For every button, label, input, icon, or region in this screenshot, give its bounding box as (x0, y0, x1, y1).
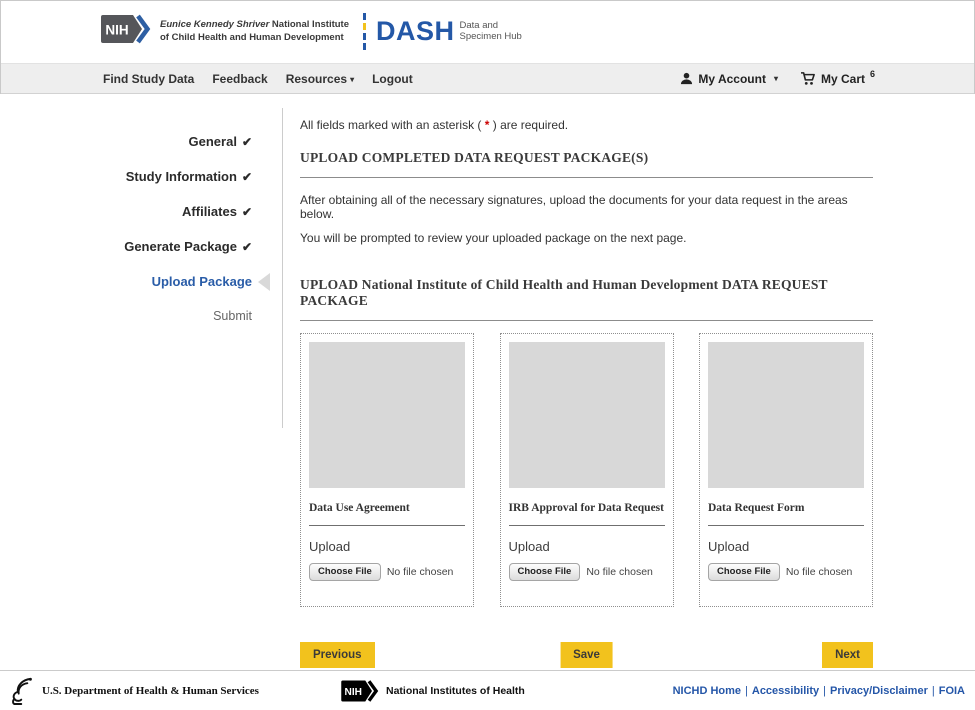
sidebar-step-affiliates[interactable]: Affiliates ✔ (0, 204, 283, 219)
dash-logo: DASH Data and Specimen Hub (376, 18, 522, 45)
nav-account-area: My Account ▾ My Cart 6 (680, 68, 875, 86)
current-step-marker-icon (258, 272, 270, 291)
file-input-row: Choose File No file chosen (708, 563, 864, 582)
nih-footer-label: National Institutes of Health (386, 684, 525, 697)
footer-link-nichd-home[interactable]: NICHD Home (673, 685, 741, 697)
hhs-logo-group: U.S. Department of Health & Human Servic… (10, 676, 259, 706)
check-icon: ✔ (241, 240, 252, 255)
card-title: Data Request Form (708, 502, 805, 515)
instructions-paragraph-2: You will be prompted to review your uplo… (300, 231, 687, 246)
upload-label: Upload (309, 539, 351, 555)
user-icon (681, 73, 693, 85)
file-status-text: No file chosen (386, 566, 454, 579)
site-header: NIH Eunice Kennedy Shriver National Inst… (0, 0, 975, 64)
sidebar-step-study-information[interactable]: Study Information ✔ (0, 169, 283, 184)
card-divider (309, 525, 465, 527)
sidebar-step-upload-package[interactable]: Upload Package (0, 272, 283, 291)
upload-label: Upload (508, 539, 550, 555)
dash-upload-package-page: NIH Eunice Kennedy Shriver National Inst… (0, 0, 975, 710)
nav-logout[interactable]: Logout (372, 72, 413, 86)
footer-link-foia[interactable]: FOIA (939, 685, 965, 697)
required-fields-note: All fields marked with an asterisk ( * )… (300, 118, 569, 133)
institute-name-line2: of Child Health and Human Development (160, 31, 344, 43)
footer-links: NICHD Home | Accessibility | Privacy/Disclai… (672, 684, 965, 697)
hhs-eagle-icon (12, 677, 32, 705)
card-divider (708, 525, 864, 527)
card-divider (508, 525, 665, 527)
nih-footer-logo-icon: NIH (341, 679, 379, 702)
main-navbar: Find Study Data Feedback Resources ▾ Logo… (0, 63, 975, 95)
sidebar-step-submit: Submit (213, 309, 252, 324)
dash-subtitle: Data and Specimen Hub (459, 20, 522, 42)
sidebar-step-generate-package[interactable]: Generate Package ✔ (0, 239, 283, 254)
check-icon: ✔ (241, 135, 252, 150)
file-status-text: No file chosen (586, 566, 653, 579)
upload-label: Upload (708, 539, 750, 555)
institute-name-line1: National Institute (269, 19, 349, 31)
section-divider (300, 320, 873, 322)
next-button[interactable]: Next (822, 642, 873, 669)
choose-file-button[interactable]: Choose File (309, 563, 381, 582)
chevron-down-icon: ▾ (773, 74, 778, 84)
content-area: General ✔ Study Information ✔ Affiliates ✔ … (0, 94, 975, 671)
dash-acronym: DASH (376, 16, 455, 47)
section-title-nichd-package: UPLOAD National Institute of Child Healt… (300, 277, 828, 309)
nav-feedback[interactable]: Feedback (212, 72, 267, 86)
nih-footer-group: NIH National Institutes of Health (340, 679, 525, 703)
choose-file-button[interactable]: Choose File (708, 563, 780, 582)
cart-icon (800, 71, 815, 85)
document-preview-placeholder (309, 342, 465, 489)
choose-file-button[interactable]: Choose File (508, 563, 581, 582)
my-account-menu[interactable]: My Account ▾ (680, 72, 778, 86)
file-status-text: No file chosen (785, 566, 853, 579)
dash-divider-icon (363, 13, 366, 51)
svg-text:NIH: NIH (345, 687, 362, 698)
card-title: Data Use Agreement (309, 502, 410, 515)
chevron-down-icon: ▾ (350, 74, 355, 84)
site-footer: U.S. Department of Health & Human Servic… (0, 670, 975, 710)
form-actions: Previous Save Next (300, 642, 873, 670)
section-title-upload-completed: UPLOAD COMPLETED DATA REQUEST PACKAGE(S) (300, 150, 649, 166)
sidebar-step-general[interactable]: General ✔ (0, 134, 283, 149)
check-icon: ✔ (241, 205, 252, 220)
document-preview-placeholder (708, 342, 864, 489)
save-button[interactable]: Save (560, 642, 613, 669)
nav-links: Find Study Data Feedback Resources ▾ Logo… (103, 72, 413, 86)
footer-link-accessibility[interactable]: Accessibility (752, 685, 819, 697)
upload-package-form: All fields marked with an asterisk ( * )… (300, 94, 873, 670)
sidebar-divider (282, 108, 283, 429)
file-input-row: Choose File No file chosen (309, 563, 465, 582)
upload-card-irb-approval: IRB Approval for Data Request Upload Cho… (499, 333, 674, 608)
institute-name-italic: Eunice Kennedy Shriver (160, 19, 270, 31)
card-title: IRB Approval for Data Request (508, 502, 664, 515)
upload-card-data-use-agreement: Data Use Agreement Upload Choose File No… (300, 333, 474, 608)
previous-button[interactable]: Previous (300, 642, 375, 669)
step-sidebar: General ✔ Study Information ✔ Affiliates ✔ … (0, 94, 283, 670)
file-input-row: Choose File No file chosen (508, 563, 665, 582)
footer-link-privacy-disclaimer[interactable]: Privacy/Disclaimer (830, 685, 928, 697)
nav-resources[interactable]: Resources ▾ (286, 72, 354, 86)
document-preview-placeholder (508, 342, 665, 489)
institute-name: Eunice Kennedy Shriver National Institut… (160, 19, 349, 44)
check-icon: ✔ (241, 170, 252, 185)
cart-count-badge: 6 (869, 68, 875, 79)
nih-logo-icon: NIH (100, 13, 152, 50)
hhs-department-label: U.S. Department of Health & Human Servic… (42, 684, 259, 697)
my-cart-link[interactable]: My Cart 6 (800, 68, 875, 86)
svg-text:NIH: NIH (105, 23, 128, 38)
nav-find-study-data[interactable]: Find Study Data (103, 72, 194, 86)
upload-cards-row: Data Use Agreement Upload Choose File No… (300, 333, 873, 608)
instructions-paragraph-1: After obtaining all of the necessary sig… (300, 193, 848, 222)
upload-card-data-request-form: Data Request Form Upload Choose File No … (699, 333, 873, 608)
section-divider (300, 177, 873, 179)
